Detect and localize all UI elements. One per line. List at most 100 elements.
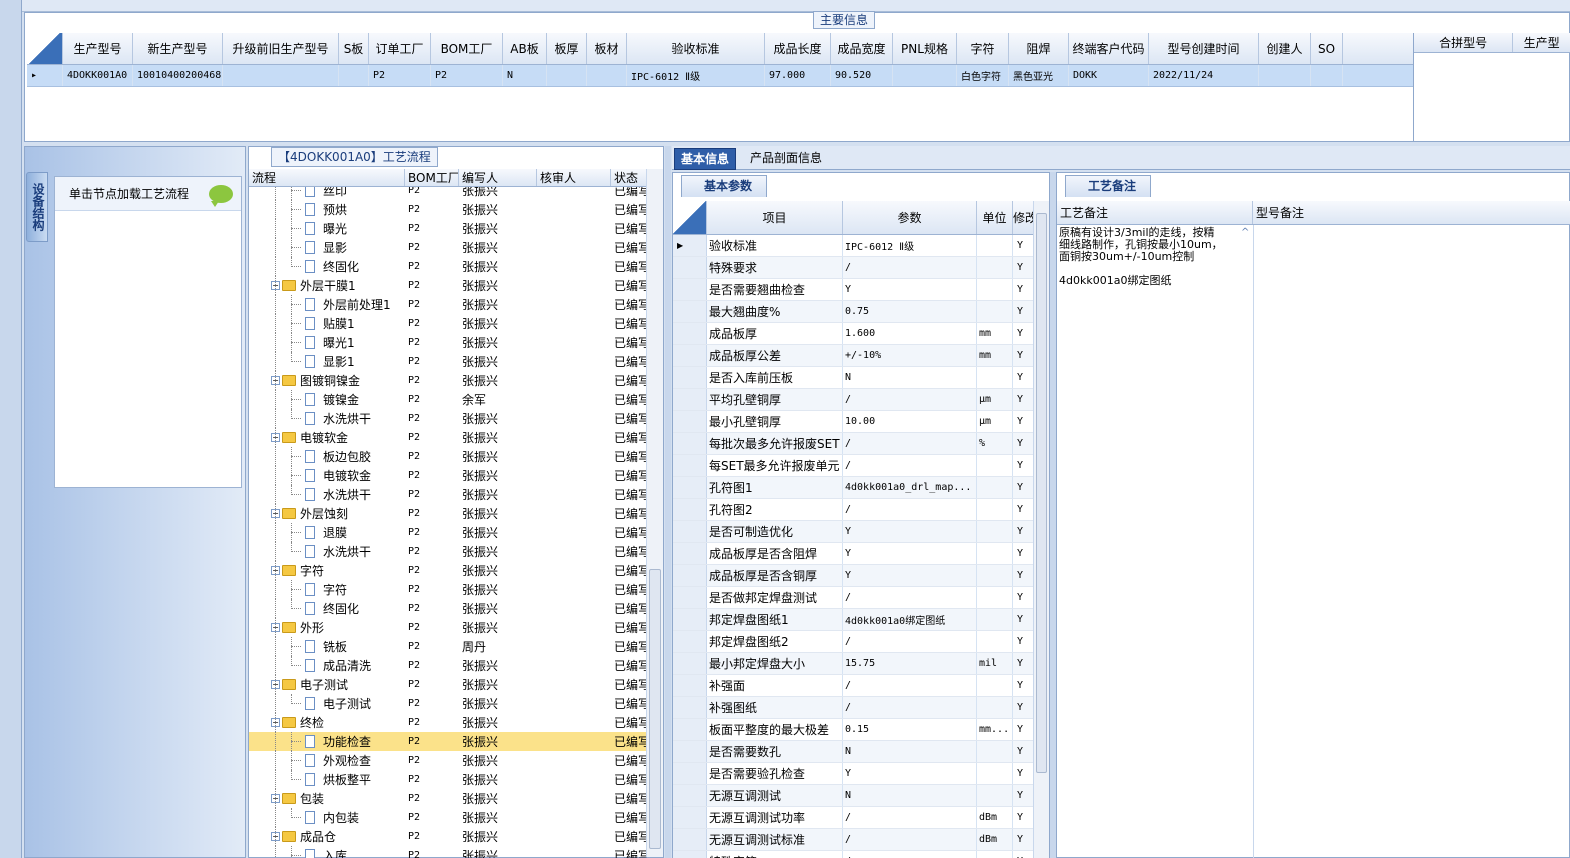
- column-header[interactable]: 工艺备注: [1057, 201, 1253, 224]
- tree-row[interactable]: 显影1 P2 张振兴 已编写: [249, 352, 647, 371]
- column-header[interactable]: 修改: [1013, 201, 1035, 234]
- tree-row[interactable]: − 电镀软金 P2 张振兴 已编写: [249, 428, 647, 447]
- tree-node[interactable]: 外层前处理1: [249, 295, 405, 314]
- select-all-corner[interactable]: [27, 33, 63, 64]
- column-header[interactable]: 阻焊: [1009, 33, 1069, 64]
- process-note-text[interactable]: 原稿有设计3/3mil的走线，按精 细线路制作，孔铜按最小10um， 面铜按30…: [1059, 227, 1239, 287]
- scrollbar-thumb[interactable]: [1036, 213, 1047, 773]
- tree-row[interactable]: 板边包胶 P2 张振兴 已编写: [249, 447, 647, 466]
- device-structure-tree[interactable]: 单击节点加载工艺流程: [54, 176, 242, 488]
- column-header[interactable]: 参数: [843, 201, 977, 234]
- table-row[interactable]: 最大翘曲度% 0.75 Y: [673, 301, 1035, 323]
- column-header[interactable]: 核审人: [537, 169, 611, 186]
- table-row[interactable]: 成品板厚是否含铜厚 Y Y: [673, 565, 1035, 587]
- tree-node[interactable]: − 电子测试: [249, 675, 405, 694]
- param-value[interactable]: /: [843, 829, 977, 850]
- param-value[interactable]: 0.15: [843, 719, 977, 740]
- tab-profile-info[interactable]: 产品剖面信息: [744, 148, 828, 170]
- column-header[interactable]: 成品长度: [765, 33, 831, 64]
- table-row[interactable]: 成品板厚是否含阻焊 Y Y: [673, 543, 1035, 565]
- tree-node[interactable]: 预烘: [249, 200, 405, 219]
- column-header[interactable]: 生产型: [1513, 33, 1570, 52]
- column-header[interactable]: 型号备注: [1253, 201, 1570, 224]
- param-value[interactable]: /: [843, 807, 977, 828]
- process-remarks-tab[interactable]: 工艺备注: [1065, 175, 1152, 197]
- column-header[interactable]: 验收标准: [627, 33, 765, 64]
- param-value[interactable]: Y: [843, 565, 977, 586]
- param-value[interactable]: N: [843, 367, 977, 388]
- tree-row[interactable]: 贴膜1 P2 张振兴 已编写: [249, 314, 647, 333]
- param-value[interactable]: +/-10%: [843, 345, 977, 366]
- scrollbar-thumb[interactable]: [649, 569, 661, 849]
- tree-row[interactable]: − 电子测试 P2 张振兴 已编写: [249, 675, 647, 694]
- tree-row[interactable]: 曝光1 P2 张振兴 已编写: [249, 333, 647, 352]
- column-header[interactable]: SO: [1311, 33, 1343, 64]
- tree-node[interactable]: − 外形: [249, 618, 405, 637]
- column-header[interactable]: S板: [339, 33, 369, 64]
- tree-row[interactable]: 预烘 P2 张振兴 已编写: [249, 200, 647, 219]
- table-row[interactable]: 成品板厚 1.600 mm Y: [673, 323, 1035, 345]
- param-value[interactable]: Y: [843, 521, 977, 542]
- table-row[interactable]: 无源互调测试功率 / dBm Y: [673, 807, 1035, 829]
- table-row[interactable]: 孔符图1 4d0kk001a0_drl_map... Y: [673, 477, 1035, 499]
- tree-row[interactable]: 丝印 P2 张振兴 已编写: [249, 187, 647, 200]
- tree-row[interactable]: − 外形 P2 张振兴 已编写: [249, 618, 647, 637]
- table-row[interactable]: 无源互调测试标准 / dBm Y: [673, 829, 1035, 851]
- tree-row[interactable]: 终固化 P2 张振兴 已编写: [249, 257, 647, 276]
- scroll-up-icon[interactable]: ^: [1241, 227, 1253, 241]
- tree-row[interactable]: 镀镍金 P2 余军 已编写: [249, 390, 647, 409]
- column-header[interactable]: 板厚: [547, 33, 587, 64]
- tree-row[interactable]: 显影 P2 张振兴 已编写: [249, 238, 647, 257]
- tree-node[interactable]: − 电镀软金: [249, 428, 405, 447]
- param-value[interactable]: 4d0kk001a0_drl_map...: [843, 477, 977, 498]
- column-header[interactable]: 终端客户代码: [1069, 33, 1149, 64]
- param-value[interactable]: Y: [843, 763, 977, 784]
- tree-row[interactable]: 退膜 P2 张振兴 已编写: [249, 523, 647, 542]
- tree-node[interactable]: 电子测试: [249, 694, 405, 713]
- column-header[interactable]: 型号创建时间: [1149, 33, 1259, 64]
- tree-node[interactable]: 丝印: [249, 187, 405, 200]
- tree-row[interactable]: 字符 P2 张振兴 已编写: [249, 580, 647, 599]
- tree-node[interactable]: 显影1: [249, 352, 405, 371]
- table-row[interactable]: 每批次最多允许报废SET /% Y: [673, 433, 1035, 455]
- table-row[interactable]: ▸ 4DOKK001A0 10010400200468 P2 P2 N IPC-6012 Ⅱ…: [27, 65, 1413, 87]
- param-value[interactable]: Y: [843, 279, 977, 300]
- table-row[interactable]: 邦定焊盘图纸1 4d0kk001a0绑定图纸 Y: [673, 609, 1035, 631]
- column-header[interactable]: 创建人: [1259, 33, 1311, 64]
- param-value[interactable]: 10.00: [843, 411, 977, 432]
- tree-row[interactable]: − 图镀铜镍金 P2 张振兴 已编写: [249, 371, 647, 390]
- column-header[interactable]: AB板: [503, 33, 547, 64]
- column-header[interactable]: 合拼型号: [1414, 33, 1514, 52]
- tree-row[interactable]: 入库 P2 张振兴 已编写: [249, 846, 647, 858]
- tree-row[interactable]: 外观检查 P2 张振兴 已编写: [249, 751, 647, 770]
- table-row[interactable]: 是否需要数孔 N Y: [673, 741, 1035, 763]
- table-row[interactable]: 最小邦定焊盘大小 15.75 mil Y: [673, 653, 1035, 675]
- params-scrollbar[interactable]: [1033, 201, 1049, 858]
- tree-node[interactable]: 曝光1: [249, 333, 405, 352]
- tree-node[interactable]: 终固化: [249, 257, 405, 276]
- param-value[interactable]: /: [843, 389, 977, 410]
- tree-node[interactable]: 水洗烘干: [249, 542, 405, 561]
- param-value[interactable]: /: [843, 433, 977, 454]
- tree-node[interactable]: 水洗烘干: [249, 485, 405, 504]
- tree-node[interactable]: 成品清洗: [249, 656, 405, 675]
- tree-node[interactable]: 电镀软金: [249, 466, 405, 485]
- tree-node[interactable]: 终固化: [249, 599, 405, 618]
- tree-node[interactable]: 入库: [249, 846, 405, 858]
- column-header[interactable]: PNL规格: [893, 33, 957, 64]
- tree-node[interactable]: 内包装: [249, 808, 405, 827]
- tree-row[interactable]: − 外层蚀刻 P2 张振兴 已编写: [249, 504, 647, 523]
- param-value[interactable]: /: [843, 455, 977, 476]
- tree-node[interactable]: 铣板: [249, 637, 405, 656]
- column-header[interactable]: 流程: [249, 169, 405, 186]
- column-header[interactable]: 成品宽度: [831, 33, 893, 64]
- table-row[interactable]: 平均孔壁铜厚 / μm Y: [673, 389, 1035, 411]
- splitter-left[interactable]: [665, 146, 671, 858]
- tree-row[interactable]: 水洗烘干 P2 张振兴 已编写: [249, 485, 647, 504]
- tree-row[interactable]: 成品清洗 P2 张振兴 已编写: [249, 656, 647, 675]
- table-row[interactable]: 每SET最多允许报废单元 / Y: [673, 455, 1035, 477]
- tree-node[interactable]: − 包装: [249, 789, 405, 808]
- tab-basic-info[interactable]: 基本信息: [674, 148, 737, 170]
- param-value[interactable]: /: [843, 851, 977, 858]
- tree-node[interactable]: 字符: [249, 580, 405, 599]
